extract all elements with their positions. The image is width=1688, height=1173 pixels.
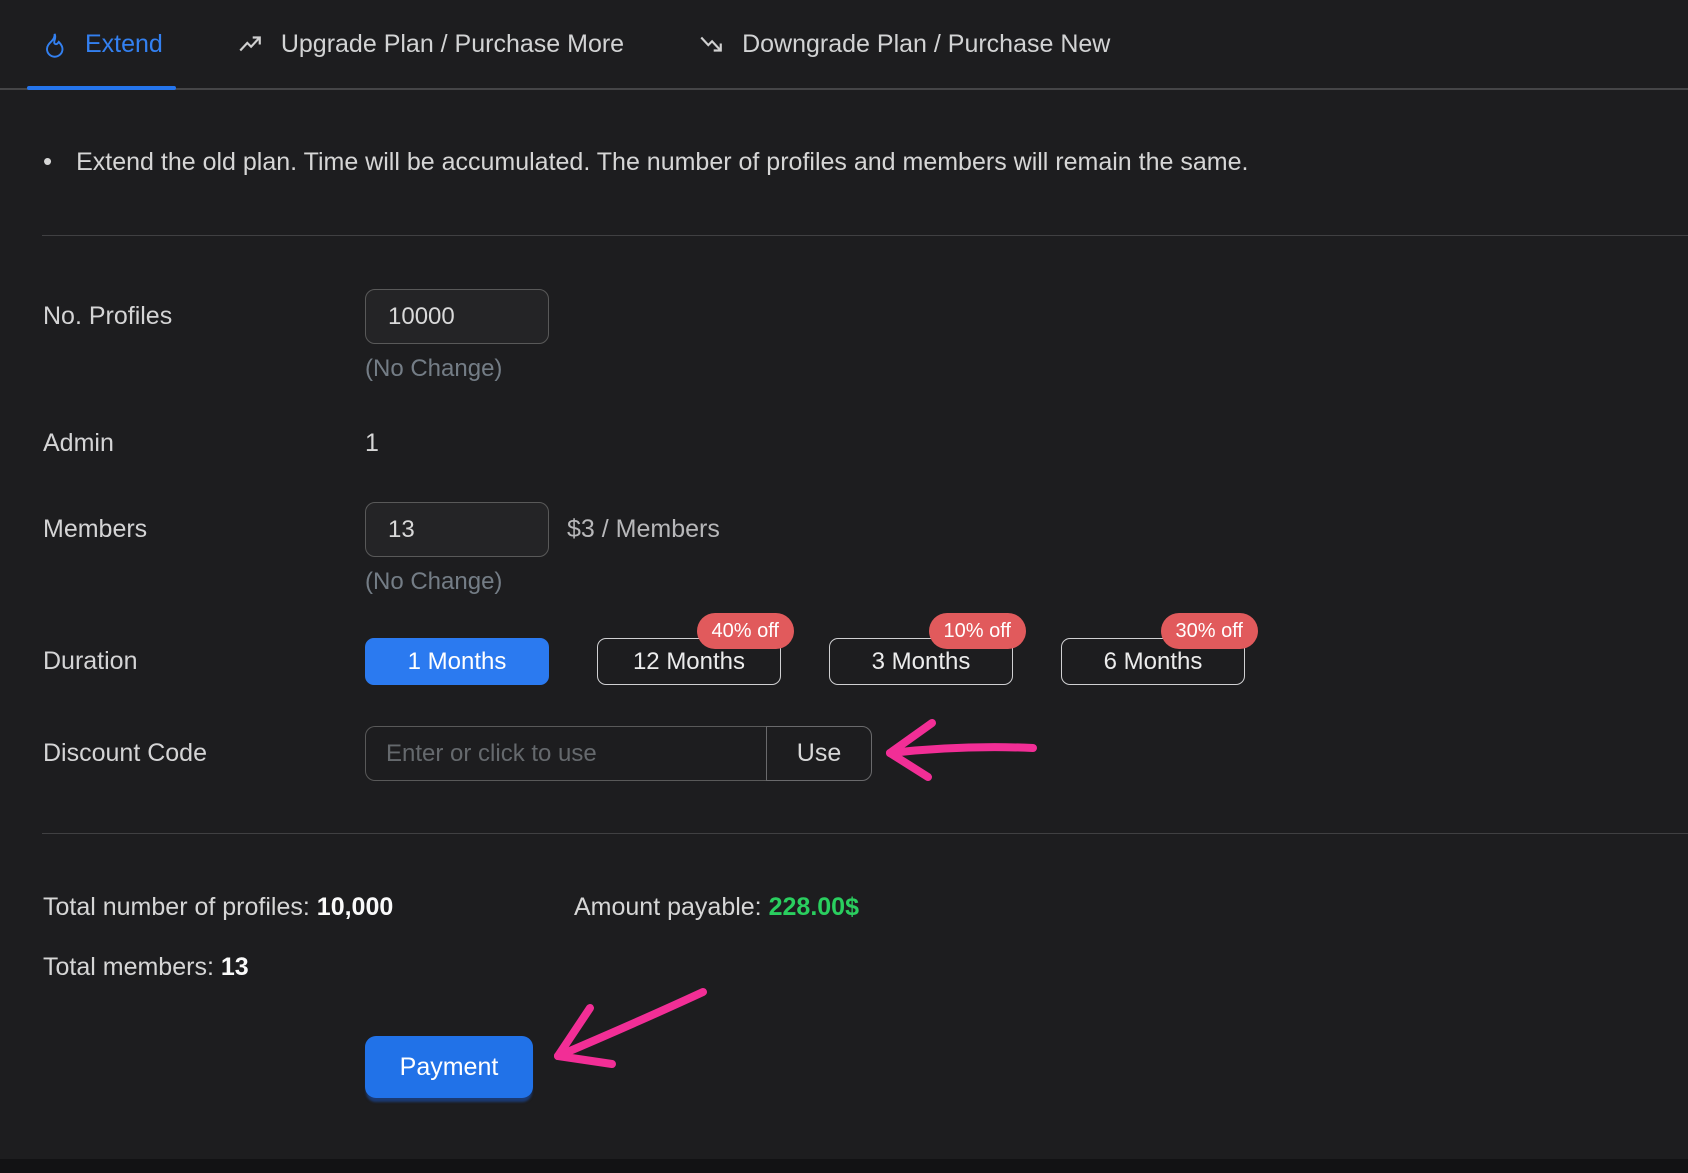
total-profiles-label: Total number of profiles:: [43, 893, 310, 921]
rise-arrow-icon: [237, 31, 263, 57]
row-duration: Duration 1 Months 12 Months 40% off 3 Mo…: [43, 638, 1688, 685]
discount-code-label: Discount Code: [43, 726, 365, 781]
profiles-no-change-hint: (No Change): [365, 353, 549, 385]
tab-bar: Extend Upgrade Plan / Purchase More Down…: [0, 0, 1688, 90]
duration-option-label: 12 Months: [633, 648, 745, 675]
duration-option-1-months[interactable]: 1 Months: [365, 638, 549, 685]
flame-icon: [40, 31, 67, 58]
totals-line-1: Total number of profiles:10,000 Amount p…: [43, 890, 1688, 924]
note-text: Extend the old plan. Time will be accumu…: [76, 146, 1248, 178]
tab-label: Downgrade Plan / Purchase New: [742, 30, 1110, 59]
profiles-label: No. Profiles: [43, 289, 365, 385]
tab-upgrade[interactable]: Upgrade Plan / Purchase More: [224, 0, 637, 88]
bottom-strip: [0, 1159, 1688, 1173]
row-profiles: No. Profiles (No Change): [43, 289, 1688, 385]
use-discount-button[interactable]: Use: [766, 726, 872, 781]
duration-option-label: 6 Months: [1104, 648, 1203, 675]
members-no-change-hint: (No Change): [365, 566, 720, 598]
payment-button[interactable]: Payment: [365, 1036, 533, 1098]
tab-label: Extend: [85, 30, 163, 59]
total-members-value: 13: [221, 953, 249, 981]
profiles-input[interactable]: [365, 289, 549, 344]
tab-extend[interactable]: Extend: [27, 0, 176, 88]
divider-top: [42, 235, 1688, 236]
duration-option-3-months[interactable]: 3 Months 10% off: [829, 638, 1013, 685]
totals-line-2: Total members:13: [43, 950, 1688, 984]
row-members: Members $3 / Members (No Change): [43, 502, 1688, 598]
amount-payable-label: Amount payable:: [574, 893, 762, 921]
discount-input-group: Use: [365, 726, 872, 781]
total-profiles-value: 10,000: [317, 893, 393, 921]
tab-label: Upgrade Plan / Purchase More: [281, 30, 624, 59]
members-label: Members: [43, 502, 365, 598]
duration-option-12-months[interactable]: 12 Months 40% off: [597, 638, 781, 685]
extend-note: • Extend the old plan. Time will be accu…: [43, 146, 1688, 178]
row-admin: Admin 1: [43, 427, 1688, 459]
duration-option-6-months[interactable]: 6 Months 30% off: [1061, 638, 1245, 685]
duration-options: 1 Months 12 Months 40% off 3 Months 10% …: [365, 638, 1245, 685]
amount-payable-value: 228.00$: [769, 893, 859, 921]
members-input[interactable]: [365, 502, 549, 557]
amount-payable: Amount payable:228.00$: [574, 890, 859, 924]
discount-code-input[interactable]: [365, 726, 766, 781]
total-members-label: Total members:: [43, 953, 214, 981]
members-rate: $3 / Members: [567, 502, 720, 557]
duration-option-label: 1 Months: [408, 648, 507, 675]
divider-bottom: [42, 833, 1688, 834]
bullet-point: •: [43, 146, 52, 178]
tab-downgrade[interactable]: Downgrade Plan / Purchase New: [685, 0, 1123, 88]
duration-option-label: 3 Months: [872, 648, 971, 675]
discount-badge: 30% off: [1161, 613, 1258, 649]
discount-badge: 10% off: [929, 613, 1026, 649]
fall-arrow-icon: [698, 31, 724, 57]
row-discount-code: Discount Code Use: [43, 726, 1688, 781]
discount-badge: 40% off: [697, 613, 794, 649]
total-profiles: Total number of profiles:10,000: [43, 890, 574, 924]
admin-value: 1: [365, 427, 379, 459]
duration-label: Duration: [43, 638, 365, 685]
admin-label: Admin: [43, 427, 365, 459]
